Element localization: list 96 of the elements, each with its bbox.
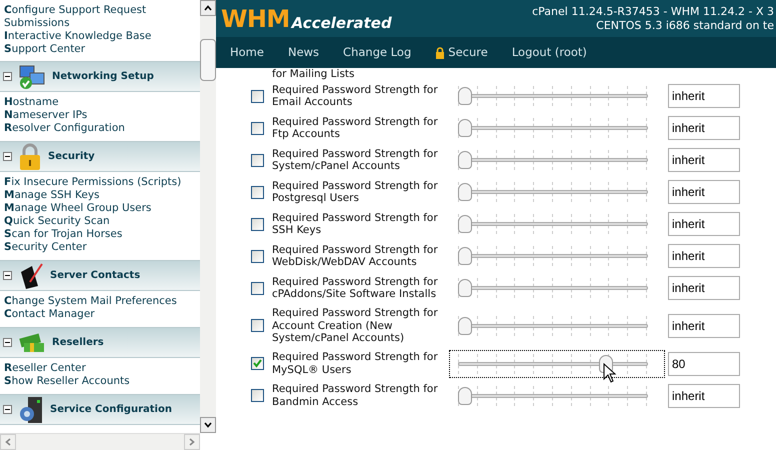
setting-label: Required Password Strength for SSH Keys	[272, 212, 439, 236]
setting-label: Required Password Strength for Account Creation (New System/cPanel Accounts)	[272, 307, 439, 344]
scroll-thumb[interactable]	[200, 39, 216, 81]
money-icon	[18, 332, 46, 354]
mouse-cursor-icon	[602, 362, 617, 382]
section-title: Security	[48, 150, 95, 164]
sidebar-link[interactable]: Scan for Trojan Horses	[4, 228, 200, 241]
section-header[interactable]: Resellers	[0, 327, 200, 358]
logo-wordmark: WHM	[221, 6, 290, 30]
value-input[interactable]: inherit	[668, 212, 740, 236]
scroll-down-button[interactable]	[200, 417, 216, 433]
value-input[interactable]: inherit	[668, 384, 740, 408]
system-text: CENTOS 5.3 i686 standard on te	[595, 18, 774, 32]
version-text: cPanel 11.24.5-R37453 - WHM 11.24.2 - X 3	[532, 4, 774, 18]
server-gear-icon	[18, 396, 44, 424]
setting-label: Required Password Strength for Bandmin Access	[272, 383, 439, 408]
slider-thumb[interactable]	[458, 279, 472, 297]
chevron-left-icon	[5, 438, 11, 446]
setting-label: Required Password Strength for cPAddons/Site Software Installs	[272, 276, 439, 300]
collapse-icon[interactable]	[3, 72, 12, 81]
sidebar-link[interactable]: Nameserver IPs	[4, 109, 200, 122]
nav-link[interactable]: Logout (root)	[512, 44, 587, 62]
section-title: Service Configuration	[50, 403, 172, 417]
sidebar-link[interactable]: Quick Security Scan	[4, 215, 200, 228]
setting-label: Required Password Strength for WebDisk/WebDAV Accounts	[272, 244, 439, 268]
vertical-scrollbar[interactable]	[200, 0, 216, 433]
sidebar-link[interactable]: Contact Manager	[4, 308, 200, 321]
slider-thumb[interactable]	[458, 386, 472, 404]
sidebar-link[interactable]: Manage SSH Keys	[4, 189, 200, 202]
checkbox[interactable]	[251, 186, 264, 198]
sidebar-link[interactable]: Security Center	[4, 241, 200, 254]
sidebar-link[interactable]: Interactive Knowledge Base	[4, 30, 200, 43]
section-header[interactable]: Service Configuration	[0, 394, 200, 425]
nav-link[interactable]: Secure	[435, 44, 488, 62]
checkbox[interactable]	[251, 282, 264, 294]
sidebar-link[interactable]: Fix Insecure Permissions (Scripts)	[4, 176, 200, 189]
value-input[interactable]: inherit	[668, 148, 740, 172]
collapse-icon[interactable]	[3, 338, 12, 347]
value-input[interactable]: inherit	[668, 180, 740, 204]
setting-label: Required Password Strength for Ftp Accounts	[272, 116, 439, 140]
value-input[interactable]: inherit	[668, 244, 740, 268]
checkbox[interactable]	[251, 122, 264, 134]
padlock-icon	[18, 142, 42, 170]
nav-link[interactable]: Home	[230, 44, 264, 62]
section-title: Networking Setup	[52, 70, 154, 84]
slider-thumb[interactable]	[458, 119, 472, 137]
padlock-icon	[435, 46, 446, 58]
value-input[interactable]: inherit	[668, 84, 740, 108]
scroll-up-button[interactable]	[200, 0, 216, 16]
collapse-icon[interactable]	[3, 152, 12, 161]
section-title: Resellers	[52, 336, 104, 350]
sidebar-link[interactable]: Reseller Center	[4, 362, 200, 375]
section-header[interactable]: Server Contacts	[0, 260, 200, 291]
logo-subtitle: Accelerated	[292, 16, 392, 30]
slider-thumb[interactable]	[458, 183, 472, 201]
chevron-up-icon	[204, 5, 212, 11]
checkbox[interactable]	[251, 250, 264, 262]
sidebar-link[interactable]: Manage Wheel Group Users	[4, 202, 200, 215]
collapse-icon[interactable]	[3, 271, 12, 280]
scroll-left-button[interactable]	[0, 434, 16, 450]
setting-label: Required Password Strength for Email Accounts	[272, 84, 439, 108]
section-title: Server Contacts	[50, 269, 140, 283]
sidebar-link[interactable]: Support Center	[4, 43, 200, 56]
computers-icon	[18, 64, 46, 90]
sidebar-link[interactable]: Hostname	[4, 96, 200, 109]
checkbox[interactable]	[251, 90, 264, 102]
slider-thumb[interactable]	[458, 247, 472, 265]
slider-thumb[interactable]	[458, 316, 472, 335]
value-input[interactable]: inherit	[668, 276, 740, 300]
nav-link[interactable]: Change Log	[343, 44, 412, 62]
slider-thumb[interactable]	[458, 87, 472, 105]
section-header[interactable]: Networking Setup	[0, 61, 200, 92]
checkbox[interactable]	[251, 218, 264, 230]
chevron-down-icon	[204, 422, 212, 428]
horizontal-scrollbar[interactable]	[0, 433, 200, 450]
collapse-icon[interactable]	[3, 405, 12, 414]
slider-thumb[interactable]	[458, 151, 472, 169]
slider-thumb[interactable]	[458, 215, 472, 233]
checkbox[interactable]	[251, 389, 264, 402]
checkbox[interactable]	[251, 357, 264, 370]
sidebar-link[interactable]: Resolver Configuration	[4, 122, 200, 135]
value-input[interactable]: 80	[668, 352, 740, 376]
checkbox[interactable]	[251, 319, 264, 332]
setting-label: Required Password Strength for System/cPanel Accounts	[272, 148, 439, 172]
checkbox[interactable]	[251, 154, 264, 166]
setting-label: for Mailing Lists	[272, 68, 355, 80]
setting-label: Required Password Strength for MySQL® Users	[272, 351, 439, 376]
setting-label: Required Password Strength for Postgresql Users	[272, 180, 439, 204]
chevron-right-icon	[189, 438, 195, 446]
sidebar-link[interactable]: Change System Mail Preferences	[4, 295, 200, 308]
notebook-pen-icon	[18, 262, 44, 290]
section-header[interactable]: Security	[0, 141, 200, 172]
sidebar-link[interactable]: Show Reseller Accounts	[4, 375, 200, 388]
value-input[interactable]: inherit	[668, 314, 740, 338]
nav-link[interactable]: News	[288, 44, 320, 62]
value-input[interactable]: inherit	[668, 116, 740, 140]
